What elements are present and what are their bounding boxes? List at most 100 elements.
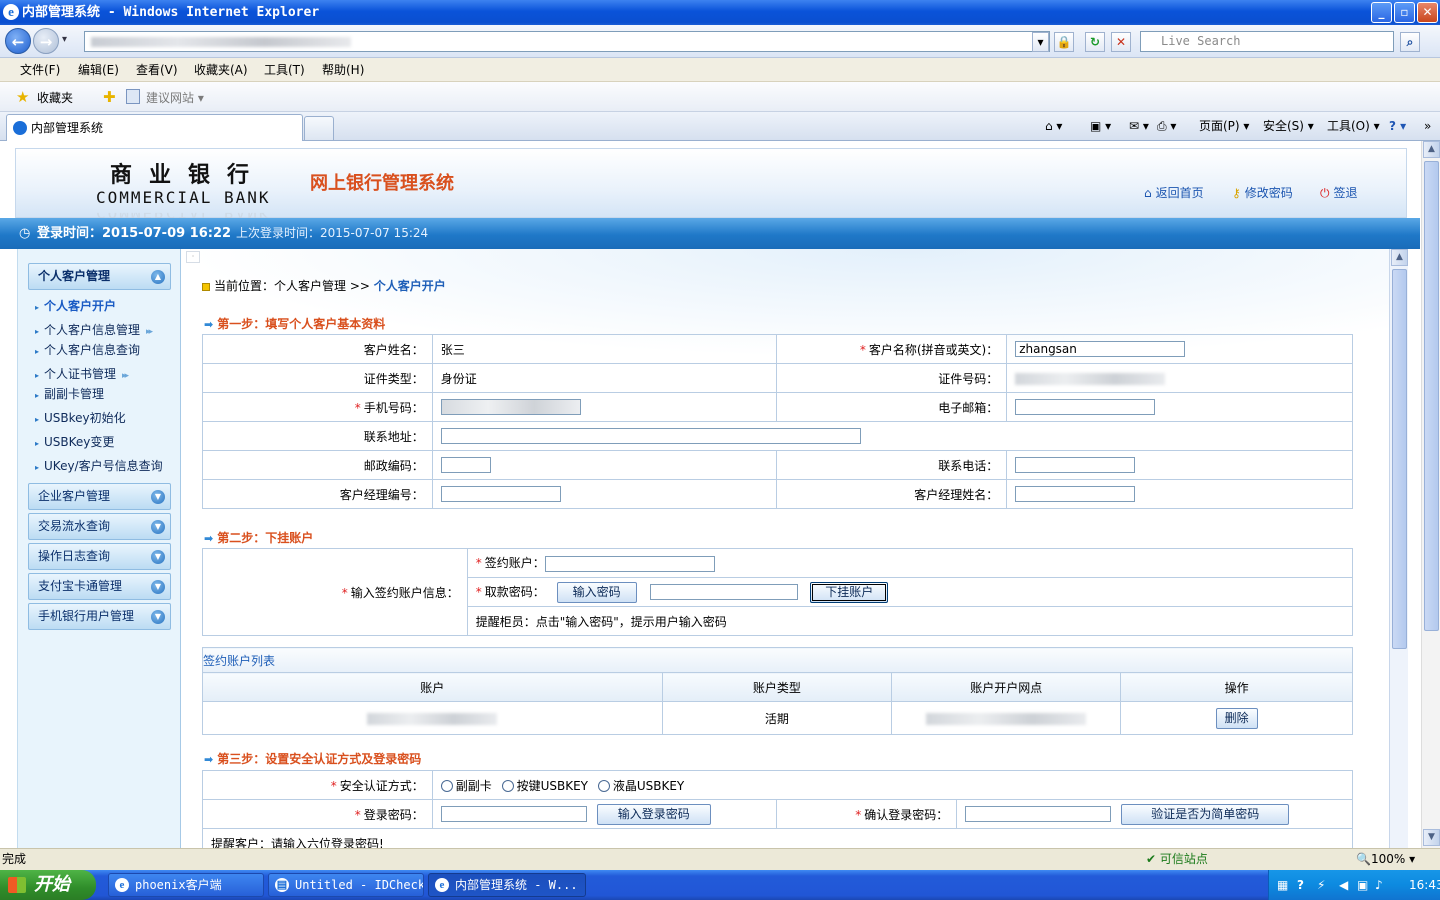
- mobile-input[interactable]: [440, 399, 581, 415]
- english-name-input[interactable]: zhangsan: [1015, 341, 1186, 357]
- arrow-icon: ➡: [204, 318, 214, 331]
- safety-menu[interactable]: 安全(S) ▾: [1263, 112, 1314, 141]
- favorites-star-icon[interactable]: ★: [16, 88, 29, 106]
- close-button[interactable]: ✕: [1417, 2, 1438, 23]
- search-icon[interactable]: ⌕: [1400, 32, 1420, 52]
- add-favorite-icon[interactable]: ✚: [103, 88, 116, 106]
- verify-simple-pwd-button[interactable]: 验证是否为简单密码: [1121, 803, 1290, 825]
- radio-lcd-usbkey[interactable]: [597, 780, 610, 792]
- task-phoenix[interactable]: e phoenix客户端: [108, 873, 264, 897]
- home-icon[interactable]: ⌂ ▾: [1045, 112, 1062, 141]
- withdraw-pwd-input[interactable]: [650, 584, 799, 600]
- task-idcheck[interactable]: ▤ Untitled - IDCheck: [268, 873, 424, 897]
- address-dropdown-icon[interactable]: ▾: [1032, 32, 1049, 52]
- trusted-sites-zone[interactable]: ✔ 可信站点: [1146, 849, 1208, 870]
- menu-edit[interactable]: 编辑(E): [78, 58, 119, 82]
- lock-icon[interactable]: 🔒: [1054, 32, 1074, 52]
- scroll-up-icon[interactable]: ▲: [1423, 141, 1440, 158]
- attach-account-button[interactable]: 下挂账户: [810, 581, 889, 603]
- print-icon[interactable]: ⎙ ▾: [1157, 112, 1176, 141]
- address-input-field[interactable]: [440, 428, 861, 444]
- monitor-icon[interactable]: ▣: [1357, 870, 1368, 900]
- commandbar-more-icon[interactable]: »: [1424, 112, 1431, 141]
- sidebar-item-ukey-query[interactable]: ▸ UKey/客户号信息查询: [35, 457, 163, 474]
- start-button[interactable]: 开始: [0, 870, 96, 900]
- refresh-icon[interactable]: ↻: [1085, 32, 1105, 52]
- volume-icon[interactable]: ♪: [1375, 870, 1383, 900]
- zoom-control[interactable]: 🔍100% ▾: [1356, 849, 1415, 870]
- new-tab-button[interactable]: [304, 116, 334, 140]
- scroll-down-icon[interactable]: ▼: [1423, 829, 1440, 846]
- minimize-button[interactable]: _: [1371, 2, 1392, 23]
- expand-icon[interactable]: ▼: [151, 550, 165, 564]
- sidebar-section-alipay[interactable]: 支付宝卡通管理 ▼: [28, 573, 171, 600]
- home-link[interactable]: ⌂ 返回首页: [1144, 184, 1204, 201]
- help-tray-icon[interactable]: ?: [1297, 870, 1304, 900]
- menu-view[interactable]: 查看(V): [136, 58, 178, 82]
- maximize-button[interactable]: ▫: [1394, 2, 1415, 23]
- scroll-up-icon[interactable]: ▲: [1391, 249, 1408, 266]
- sidebar-item-usbkey-init[interactable]: ▸ USBkey初始化: [35, 409, 126, 426]
- address-input[interactable]: [84, 31, 1050, 52]
- id-type-label: 证件类型：: [202, 363, 433, 393]
- collapse-icon[interactable]: ▲: [151, 270, 165, 284]
- suggested-sites-link[interactable]: 建议网站 ▾: [146, 89, 204, 106]
- sidebar-section-personal[interactable]: 个人客户管理 ▲: [28, 263, 171, 290]
- expand-icon[interactable]: ▼: [151, 610, 165, 624]
- radio-card[interactable]: [440, 780, 453, 792]
- expand-icon[interactable]: ▼: [151, 580, 165, 594]
- zip-input[interactable]: [440, 457, 491, 473]
- frame-scrollbar[interactable]: ▲: [1389, 249, 1408, 848]
- sign-account-input[interactable]: [544, 555, 715, 572]
- phone-input[interactable]: [1015, 457, 1136, 473]
- scroll-thumb[interactable]: [1392, 269, 1407, 649]
- keyboard-icon[interactable]: ▦: [1277, 870, 1288, 900]
- sidebar-item-card-manage[interactable]: ▸ 副副卡管理: [35, 385, 104, 402]
- forward-button[interactable]: →: [33, 28, 59, 54]
- sidebar-section-enterprise[interactable]: 企业客户管理 ▼: [28, 483, 171, 510]
- sidebar-item-info-manage[interactable]: ▸ 个人客户信息管理 ▸▸: [35, 321, 153, 338]
- menu-file[interactable]: 文件(F): [20, 58, 60, 82]
- feeds-icon[interactable]: ▣ ▾: [1090, 112, 1111, 141]
- sidebar-section-transactions[interactable]: 交易流水查询 ▼: [28, 513, 171, 540]
- tools-menu[interactable]: 工具(O) ▾: [1327, 112, 1380, 141]
- radio-button-usbkey[interactable]: [501, 780, 514, 792]
- stop-icon[interactable]: ✕: [1111, 32, 1131, 52]
- email-input[interactable]: [1015, 399, 1156, 415]
- enter-login-pwd-button[interactable]: 输入登录密码: [596, 803, 711, 825]
- manager-name-input[interactable]: [1015, 486, 1136, 502]
- delete-button[interactable]: 删除: [1215, 707, 1258, 729]
- enter-password-button[interactable]: 输入密码: [556, 581, 637, 603]
- expand-icon[interactable]: ▼: [151, 490, 165, 504]
- id-type-value: 身份证: [431, 363, 778, 393]
- network-icon[interactable]: ⚡: [1317, 870, 1325, 900]
- back-tray-icon[interactable]: ◀: [1339, 870, 1348, 900]
- page-scrollbar[interactable]: ▲ ▼: [1421, 141, 1440, 848]
- history-dropdown-icon[interactable]: ▾: [62, 34, 67, 45]
- mail-icon[interactable]: ✉ ▾: [1129, 112, 1149, 141]
- expand-icon[interactable]: ▼: [151, 520, 165, 534]
- change-password-link[interactable]: ⚷ 修改密码: [1232, 184, 1293, 201]
- back-button[interactable]: ←: [5, 28, 31, 54]
- menu-favorites[interactable]: 收藏夹(A): [194, 58, 248, 82]
- task-ie-internal[interactable]: e 内部管理系统 - W...: [428, 873, 586, 897]
- sidebar-item-info-query[interactable]: ▸ 个人客户信息查询: [35, 341, 140, 358]
- menu-tools[interactable]: 工具(T): [264, 58, 305, 82]
- sidebar-item-usbkey-change[interactable]: ▸ USBKey变更: [35, 433, 114, 450]
- live-search-input[interactable]: Live Search: [1140, 31, 1394, 52]
- sidebar-item-cert-manage[interactable]: ▸ 个人证书管理 ▸▸: [35, 365, 129, 382]
- ie-logo-icon: e: [435, 878, 449, 892]
- sidebar-section-oplog[interactable]: 操作日志查询 ▼: [28, 543, 171, 570]
- favorites-button[interactable]: 收藏夹: [37, 89, 73, 106]
- confirm-pwd-input[interactable]: [965, 806, 1112, 822]
- manager-no-input[interactable]: [440, 486, 561, 502]
- sidebar-section-mobile[interactable]: 手机银行用户管理 ▼: [28, 603, 171, 630]
- page-menu[interactable]: 页面(P) ▾: [1199, 112, 1249, 141]
- tab-internal-system[interactable]: 内部管理系统: [6, 114, 303, 141]
- menu-help[interactable]: 帮助(H): [322, 58, 364, 82]
- sidebar-item-open-account[interactable]: ▸ 个人客户开户: [35, 297, 116, 314]
- help-icon[interactable]: ? ▾: [1389, 112, 1406, 141]
- scroll-thumb[interactable]: [1424, 161, 1439, 631]
- logout-link[interactable]: ⏻ 签退: [1320, 184, 1358, 201]
- login-pwd-input[interactable]: [440, 806, 587, 822]
